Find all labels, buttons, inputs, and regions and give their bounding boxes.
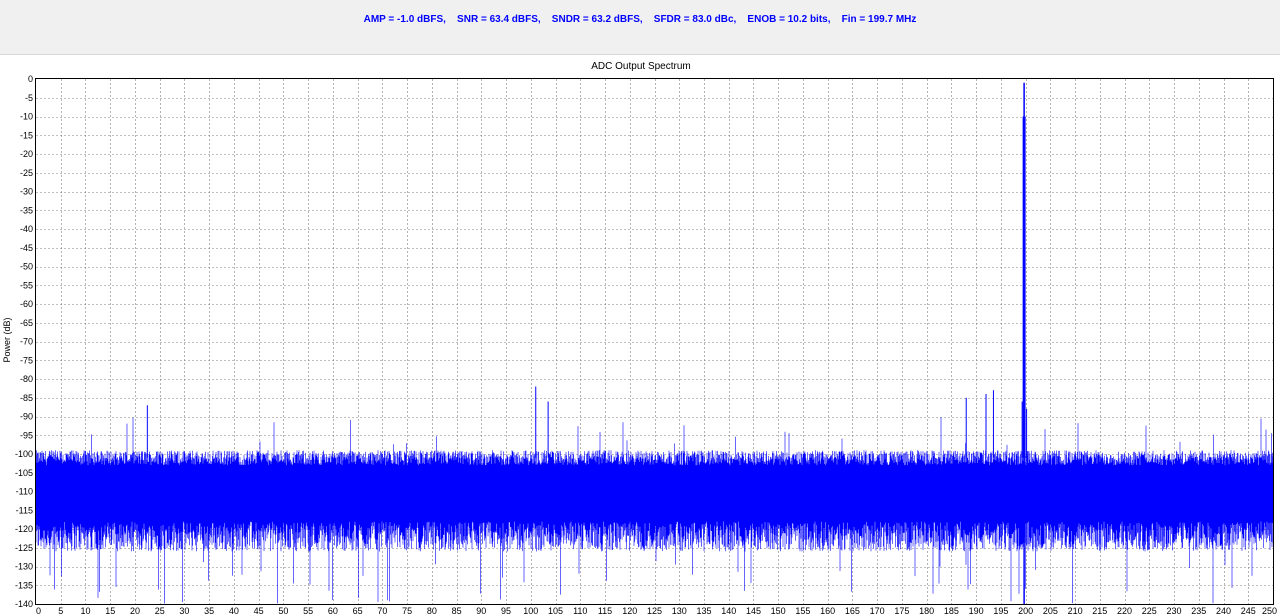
chart-title: ADC Output Spectrum — [591, 61, 690, 72]
x-tick-label: 165 — [845, 606, 860, 616]
x-tick-label: 95 — [501, 606, 511, 616]
y-tick-label: -105 — [15, 468, 33, 478]
x-tick-label: 145 — [746, 606, 761, 616]
metrics-summary-text: AMP = -1.0 dBFS, SNR = 63.4 dBFS, SNDR =… — [363, 14, 917, 25]
x-tick-label: 205 — [1043, 606, 1058, 616]
y-tick-label: -90 — [20, 412, 33, 422]
x-tick-label: 25 — [155, 606, 165, 616]
x-tick-label: 140 — [721, 606, 736, 616]
y-tick-label: -20 — [20, 149, 33, 159]
spectrum-trace — [35, 82, 1274, 604]
x-tick-label: 245 — [1241, 606, 1256, 616]
y-tick-label: -80 — [20, 374, 33, 384]
x-tick-label: 35 — [204, 606, 214, 616]
y-tick-label: -135 — [15, 580, 33, 590]
x-tick-label: 45 — [254, 606, 264, 616]
x-tick-label: 150 — [771, 606, 786, 616]
x-tick-label: 180 — [919, 606, 934, 616]
noise-floor-trace — [35, 417, 1274, 604]
y-tick-label: -10 — [20, 112, 33, 122]
x-tick-label: 100 — [523, 606, 538, 616]
x-tick-label: 185 — [944, 606, 959, 616]
x-tick-label: 15 — [105, 606, 115, 616]
x-tick-label: 90 — [476, 606, 486, 616]
y-tick-label: -15 — [20, 130, 33, 140]
y-tick-label: -120 — [15, 524, 33, 534]
x-tick-label: 110 — [573, 606, 587, 616]
x-tick-label: 220 — [1117, 606, 1132, 616]
x-tick-label: 60 — [328, 606, 338, 616]
x-tick-label: 210 — [1068, 606, 1083, 616]
x-tick-label: 190 — [969, 606, 984, 616]
x-tick-label: 175 — [894, 606, 909, 616]
y-tick-label: -125 — [15, 543, 33, 553]
y-tick-label: -25 — [20, 168, 33, 178]
x-tick-label: 120 — [622, 606, 637, 616]
y-tick-label: -5 — [25, 93, 33, 103]
x-tick-label: 115 — [598, 606, 612, 616]
x-tick-label: 5 — [58, 606, 63, 616]
y-tick-label: -130 — [15, 562, 33, 572]
y-tick-label: -65 — [20, 318, 33, 328]
x-tick-label: 125 — [647, 606, 662, 616]
x-tick-label: 195 — [993, 606, 1008, 616]
y-tick-label: -45 — [20, 243, 33, 253]
x-tick-label: 70 — [377, 606, 387, 616]
x-tick-label: 160 — [820, 606, 835, 616]
x-tick-label: 135 — [696, 606, 711, 616]
x-tick-label: 225 — [1142, 606, 1157, 616]
y-tick-label: -110 — [16, 487, 33, 497]
x-axis-ticks: 0 5 10 15 20 25 30 35 40 45 50 55 60 65 70 75 80 85 90 95 10… — [36, 606, 1277, 616]
spectrum-chart: ADC Output Spectrum Power (dB) 0 -5 -10 -15… — [2, 61, 1277, 616]
x-tick-label: 55 — [303, 606, 313, 616]
x-tick-label: 235 — [1191, 606, 1206, 616]
x-tick-label: 80 — [427, 606, 437, 616]
x-tick-label: 105 — [548, 606, 563, 616]
metrics-header: AMP = -1.0 dBFS, SNR = 63.4 dBFS, SNDR =… — [0, 0, 1280, 55]
x-tick-label: 85 — [452, 606, 462, 616]
y-tick-label: -60 — [20, 299, 33, 309]
y-tick-label: -115 — [16, 505, 33, 515]
y-tick-label: -50 — [20, 262, 33, 272]
x-tick-label: 200 — [1018, 606, 1033, 616]
x-tick-label: 50 — [278, 606, 288, 616]
x-tick-label: 130 — [672, 606, 687, 616]
y-tick-label: -95 — [20, 430, 33, 440]
y-tick-label: -100 — [15, 449, 33, 459]
y-axis-label: Power (dB) — [2, 317, 12, 362]
x-tick-label: 240 — [1216, 606, 1231, 616]
y-tick-label: -140 — [15, 599, 33, 609]
y-axis-ticks: 0 -5 -10 -15 -20 -25 -30 -35 -40 -45 -50 -55 -60 -65 -… — [15, 74, 33, 609]
x-tick-label: 250 — [1262, 606, 1277, 616]
x-tick-label: 75 — [402, 606, 412, 616]
y-tick-label: -30 — [20, 187, 33, 197]
x-tick-label: 65 — [353, 606, 363, 616]
x-tick-label: 20 — [130, 606, 140, 616]
y-tick-label: -55 — [20, 280, 33, 290]
x-tick-label: 155 — [795, 606, 810, 616]
y-tick-label: -70 — [20, 337, 33, 347]
x-tick-label: 30 — [179, 606, 189, 616]
y-tick-label: -35 — [20, 205, 33, 215]
x-tick-label: 215 — [1092, 606, 1107, 616]
x-tick-label: 40 — [229, 606, 239, 616]
y-tick-label: -85 — [20, 393, 33, 403]
x-tick-label: 230 — [1167, 606, 1182, 616]
y-tick-label: -40 — [20, 224, 33, 234]
x-tick-label: 10 — [80, 606, 90, 616]
y-tick-label: -75 — [20, 355, 33, 365]
x-tick-label: 170 — [870, 606, 885, 616]
x-tick-label: 0 — [36, 606, 41, 616]
y-tick-label: 0 — [28, 74, 33, 84]
